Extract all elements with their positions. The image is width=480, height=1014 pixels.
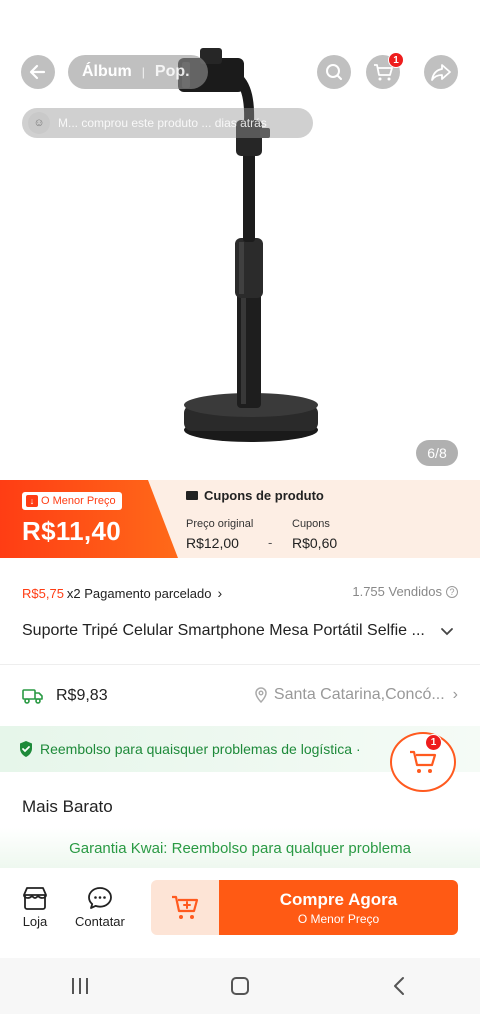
installment-text: x2 Pagamento parcelado (66, 585, 212, 601)
store-button[interactable]: Loja (22, 886, 48, 929)
nav-back-icon[interactable] (389, 975, 411, 997)
ticker-text: M... comprou este produto ... dias atrás (58, 116, 267, 130)
product-page: Álbum | Pop. 1 ☺ M... comprou este produ… (0, 0, 480, 1014)
back-button[interactable] (21, 55, 55, 89)
contact-button[interactable]: Contatar (75, 886, 125, 929)
shipping-location[interactable]: Santa Catarina,Concó... › (254, 686, 458, 704)
system-navigation-bar (0, 958, 480, 1014)
location-pin-icon (255, 687, 267, 703)
ticket-icon (186, 491, 198, 500)
truck-icon (22, 689, 43, 704)
tab-popular[interactable]: Pop. (155, 63, 190, 81)
coupons-value: R$0,60 (292, 535, 338, 551)
floating-cart-badge: 1 (425, 734, 442, 751)
coupons-title[interactable]: Cupons de produto (186, 488, 324, 503)
home-icon[interactable] (229, 975, 251, 997)
location-chevron-icon: › (452, 686, 458, 703)
divider (0, 664, 480, 665)
shipping-price: R$9,83 (56, 687, 108, 704)
product-gallery[interactable]: Álbum | Pop. 1 ☺ M... comprou este produ… (0, 0, 480, 480)
chevron-right-icon: › (217, 585, 223, 601)
product-title-row[interactable]: Suporte Tripé Celular Smartphone Mesa Po… (22, 620, 458, 642)
chat-icon (88, 887, 112, 909)
avatar: ☺ (28, 112, 50, 134)
buy-now-label: Compre Agora (279, 889, 398, 909)
installment-price: R$5,75 (22, 585, 64, 601)
share-icon (431, 64, 451, 81)
guarantee-banner[interactable]: Garantia Kwai: Reembolso para qualquer p… (0, 828, 480, 868)
cart-count-badge: 1 (388, 52, 404, 68)
product-title: Suporte Tripé Celular Smartphone Mesa Po… (22, 622, 425, 639)
share-button[interactable] (424, 55, 458, 89)
search-icon (326, 64, 342, 80)
add-cart-icon (172, 895, 199, 919)
location-text: Santa Catarina,Concó... (273, 686, 445, 703)
floating-cart-button[interactable]: 1 (390, 732, 456, 792)
original-price-value: R$12,00 (186, 535, 239, 551)
down-arrow-icon: ↓ (26, 495, 38, 507)
purchase-ticker: ☺ M... comprou este produto ... dias atr… (22, 108, 313, 138)
current-price: R$11,40 (22, 516, 121, 546)
buy-now-button[interactable]: Compre Agora O Menor Preço (219, 880, 458, 935)
price-band: ↓ O Menor Preço R$11,40 Cupons de produt… (0, 480, 480, 558)
add-to-cart-button[interactable] (151, 880, 221, 935)
cart-icon (410, 750, 437, 773)
sold-count: 1.755 Vendidos ? (352, 584, 458, 599)
shield-check-icon (20, 741, 32, 757)
shipping-row[interactable]: R$9,83 Santa Catarina,Concó... › (22, 684, 458, 708)
sold-count-text: 1.755 Vendidos (352, 584, 442, 599)
back-arrow-icon (29, 64, 46, 80)
tab-album[interactable]: Álbum (82, 63, 132, 81)
refund-text: Reembolso para quaisquer problemas de lo… (40, 741, 361, 757)
store-icon (23, 887, 47, 910)
minus-sign: - (268, 535, 273, 550)
store-label: Loja (22, 914, 48, 929)
lowest-price-label: O Menor Preço (41, 495, 116, 507)
installment-row[interactable]: R$5,75 x2 Pagamento parcelado › 1.755 Ve… (22, 583, 458, 603)
coupons-label: Cupons (292, 518, 330, 530)
original-price-label: Preço original (186, 518, 254, 530)
image-counter: 6/8 (416, 440, 458, 466)
recent-apps-icon[interactable] (69, 976, 91, 996)
cart-button[interactable]: 1 (366, 52, 404, 89)
help-icon[interactable]: ? (446, 585, 458, 598)
lowest-price-tag: ↓ O Menor Preço (22, 492, 122, 510)
contact-label: Contatar (75, 914, 125, 929)
bottom-action-bar: Loja Contatar Compre Agora O Menor Preço (0, 868, 480, 958)
expand-chevron-icon[interactable] (440, 623, 454, 639)
section-title: Mais Barato (22, 797, 113, 816)
buy-now-sublabel: O Menor Preço (297, 911, 380, 926)
search-button[interactable] (317, 55, 351, 89)
tab-separator: | (141, 65, 145, 79)
coupons-title-text: Cupons de produto (204, 488, 324, 503)
gallery-tabs: Álbum | Pop. (68, 55, 208, 89)
